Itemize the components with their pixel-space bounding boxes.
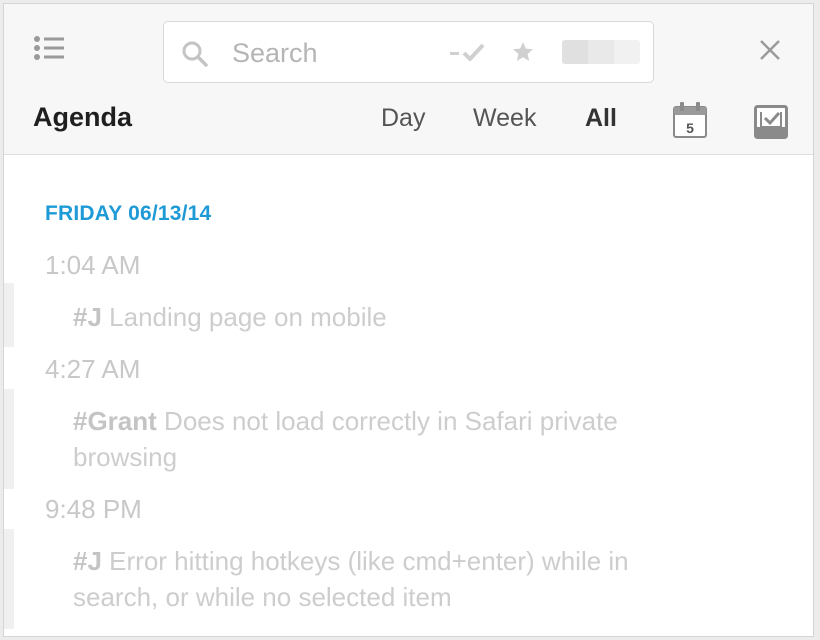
entry-marker (4, 283, 14, 347)
header: Agenda Day Week All 5 (4, 4, 813, 155)
filter-toggle[interactable] (562, 40, 640, 64)
entry-marker (4, 389, 14, 489)
calendar-day-number: 5 (686, 120, 694, 136)
close-icon[interactable] (758, 38, 782, 62)
list-icon[interactable] (32, 34, 68, 68)
tab-day[interactable]: Day (381, 104, 425, 133)
entry-time: 4:27 AM (45, 354, 141, 384)
list-item[interactable]: #Grant Does not load correctly in Safari… (73, 403, 713, 475)
list-item[interactable]: #J Error hitting hotkeys (like cmd+enter… (73, 543, 713, 615)
agenda-window: Agenda Day Week All 5 FRIDAY 06/13/14 1:… (3, 3, 814, 637)
inbox-task-icon[interactable] (754, 105, 788, 139)
list-item[interactable]: #J Landing page on mobile (73, 299, 713, 335)
dash-check-icon[interactable] (450, 42, 490, 64)
page-title: Agenda (33, 102, 133, 132)
search-bar[interactable] (163, 21, 654, 83)
item-text: Error hitting hotkeys (like cmd+enter) w… (73, 546, 629, 612)
entry-marker (4, 529, 14, 629)
calendar-icon[interactable]: 5 (672, 101, 708, 139)
item-tag: #J (73, 546, 102, 576)
item-text: Landing page on mobile (109, 302, 387, 332)
filter-toggle-segment[interactable] (614, 40, 640, 64)
search-input[interactable] (232, 36, 432, 70)
date-heading: FRIDAY 06/13/14 (45, 202, 212, 225)
tab-all[interactable]: All (585, 104, 617, 133)
entry-time: 9:48 PM (45, 494, 142, 524)
item-tag: #Grant (73, 406, 157, 436)
tab-week[interactable]: Week (473, 104, 536, 133)
entry-time: 1:04 AM (45, 250, 141, 280)
filter-toggle-segment[interactable] (562, 40, 588, 64)
filter-toggle-segment[interactable] (588, 40, 614, 64)
search-icon (182, 41, 208, 67)
star-icon[interactable] (511, 40, 535, 64)
item-tag: #J (73, 302, 102, 332)
